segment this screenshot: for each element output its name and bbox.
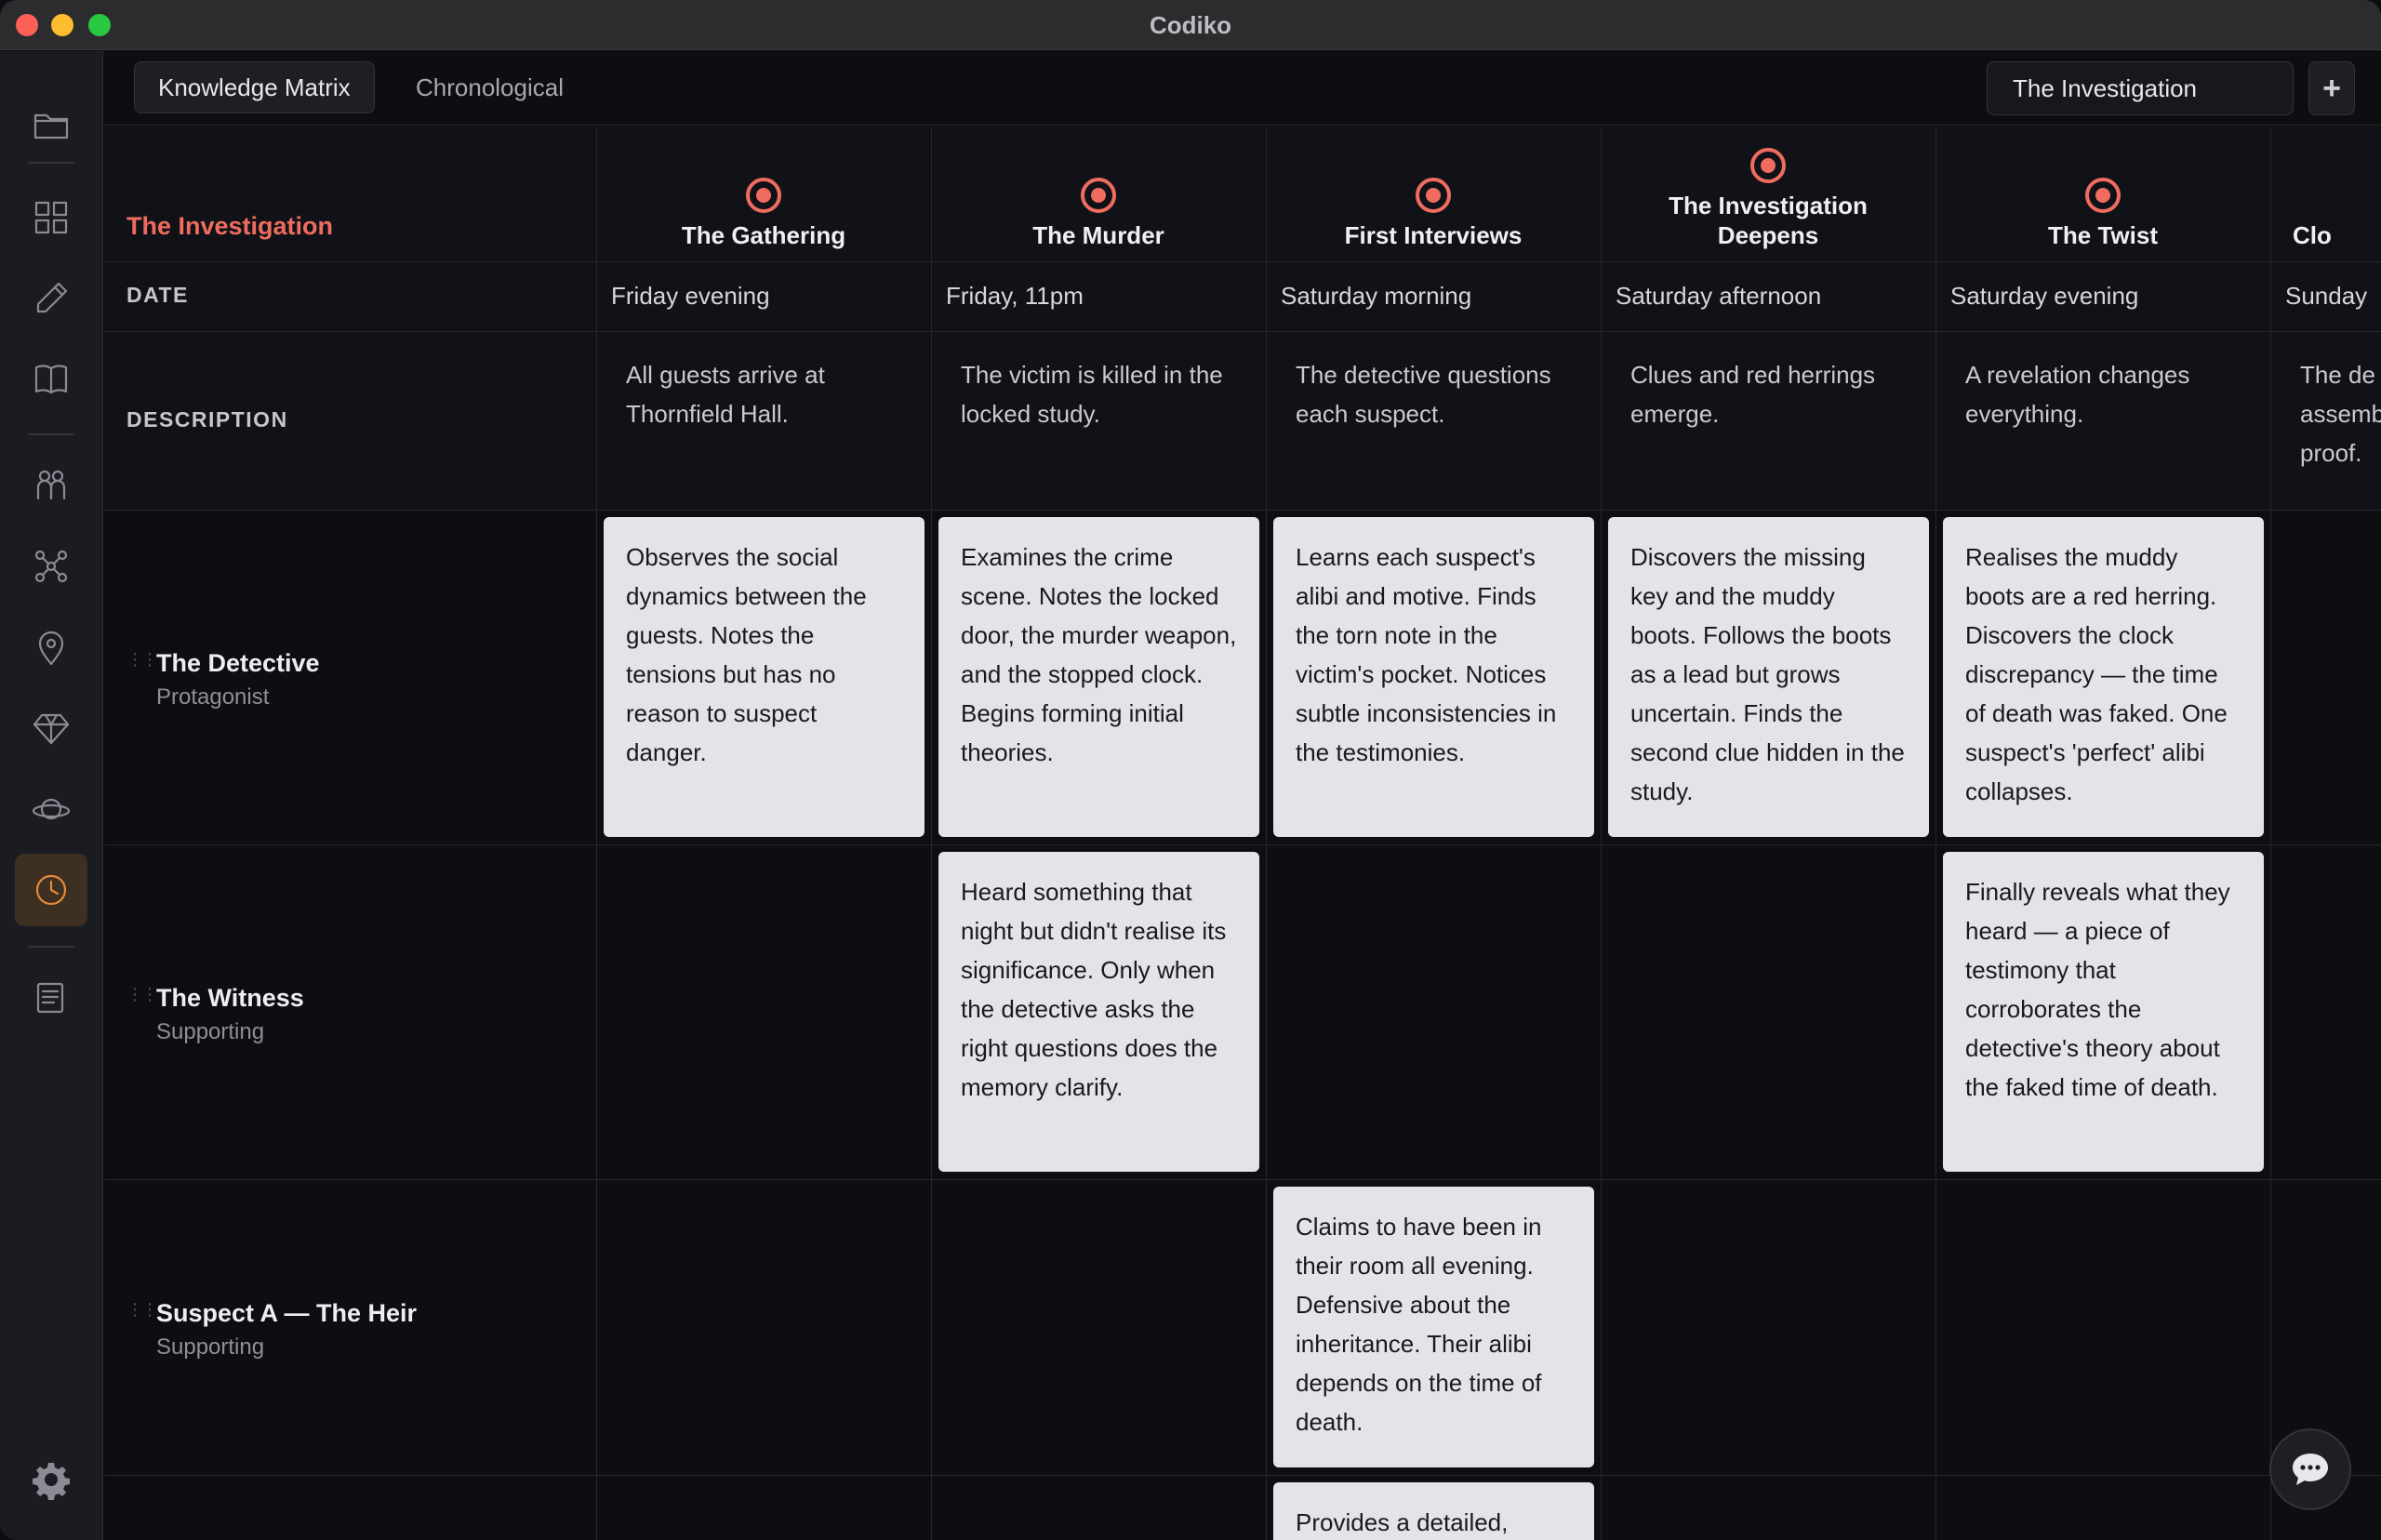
characters-icon[interactable] — [15, 449, 87, 522]
knowledge-card[interactable]: Finally reveals what they heard — a piec… — [1943, 852, 2264, 1172]
plot-point-icon — [1081, 178, 1116, 213]
column-title: The Gathering — [681, 221, 846, 249]
description-cell[interactable]: A revelation changes everything. — [1935, 355, 2270, 433]
tab-chronological[interactable]: Chronological — [392, 61, 587, 113]
knowledge-matrix: The Investigation DATE DESCRIPTION The G… — [104, 126, 2381, 1540]
date-cell[interactable]: Sunday — [2270, 261, 2381, 331]
plot-point-icon — [1750, 148, 1786, 183]
character-name: Suspect A — The Heir — [156, 1299, 418, 1327]
column-title: First Interviews — [1344, 221, 1523, 249]
graph-icon[interactable] — [15, 530, 87, 603]
row-divider — [104, 844, 2381, 845]
date-cell[interactable]: Saturday evening — [1935, 261, 2270, 331]
sidebar-divider — [28, 162, 74, 164]
sidebar-divider — [28, 433, 74, 435]
column-header[interactable]: The Twist — [1935, 126, 2270, 261]
planet-icon[interactable] — [15, 773, 87, 845]
knowledge-card[interactable]: Learns each suspect's alibi and motive. … — [1273, 517, 1594, 837]
gem-icon[interactable] — [15, 692, 87, 764]
knowledge-card[interactable]: Provides a detailed, — [1273, 1482, 1594, 1540]
column-title: Clo — [2293, 221, 2332, 249]
grid-icon[interactable] — [15, 181, 87, 254]
row-divider — [104, 1475, 2381, 1476]
title-bar: Codiko — [0, 0, 2381, 50]
column-header[interactable]: The Investigation Deepens — [1601, 126, 1935, 261]
date-cell[interactable]: Saturday morning — [1266, 261, 1601, 331]
sidebar-divider — [28, 946, 74, 948]
notes-icon[interactable] — [15, 961, 87, 1033]
pencil-icon[interactable] — [15, 262, 87, 335]
clock-icon[interactable] — [15, 854, 87, 926]
chat-button[interactable] — [2269, 1428, 2351, 1510]
top-bar: Knowledge Matrix Chronological The Inves… — [104, 51, 2381, 126]
character-role: Protagonist — [156, 684, 270, 710]
column-header[interactable]: Clo — [2270, 126, 2381, 261]
description-row-label: DESCRIPTION — [126, 407, 288, 431]
matrix-title: The Investigation — [126, 212, 334, 240]
character-role: Supporting — [156, 1334, 265, 1360]
app-window: Codiko Knowledge Matrix Chronological Th… — [0, 0, 2381, 1540]
row-divider — [104, 331, 2381, 332]
character-name: The Witness — [156, 984, 304, 1012]
date-cell[interactable]: Friday evening — [596, 261, 931, 331]
column-divider — [931, 126, 932, 1540]
knowledge-card[interactable]: Claims to have been in their room all ev… — [1273, 1187, 1594, 1467]
character-name: The Detective — [156, 649, 320, 677]
column-title: The Investigation Deepens — [1669, 192, 1868, 249]
date-cell[interactable]: Friday, 11pm — [931, 261, 1266, 331]
knowledge-card[interactable]: Realises the muddy boots are a red herri… — [1943, 517, 2264, 837]
column-divider — [1266, 126, 1267, 1540]
gear-icon[interactable] — [15, 1443, 87, 1516]
folder-icon[interactable] — [15, 88, 87, 161]
location-pin-icon[interactable] — [15, 611, 87, 684]
window-title: Codiko — [1149, 11, 1232, 39]
knowledge-card[interactable]: Heard something that night but didn't re… — [938, 852, 1259, 1172]
book-icon[interactable] — [15, 343, 87, 416]
description-cell[interactable]: The detective questions each suspect. — [1266, 355, 1601, 433]
plot-point-icon — [2085, 178, 2121, 213]
sidebar — [0, 51, 103, 1540]
date-row-label: DATE — [126, 283, 189, 307]
drag-handle-icon[interactable]: ⋮⋮ — [126, 651, 158, 668]
description-cell[interactable]: The victim is killed in the locked study… — [931, 355, 1266, 433]
column-header[interactable]: First Interviews — [1266, 126, 1601, 261]
row-divider — [104, 1179, 2381, 1180]
drag-handle-icon[interactable]: ⋮⋮ — [126, 1301, 158, 1318]
chat-bubble-icon — [2293, 1454, 2328, 1485]
description-cell[interactable]: Clues and red herrings emerge. — [1601, 355, 1935, 433]
description-cell[interactable]: The de assemb proof. — [2270, 355, 2381, 472]
column-divider — [596, 126, 597, 1540]
character-role: Supporting — [156, 1019, 265, 1044]
drag-handle-icon[interactable]: ⋮⋮ — [126, 986, 158, 1002]
row-divider — [104, 510, 2381, 511]
column-divider — [1935, 126, 1936, 1540]
column-header[interactable]: The Murder — [931, 126, 1266, 261]
column-header[interactable]: The Gathering — [596, 126, 931, 261]
knowledge-card[interactable]: Examines the crime scene. Notes the lock… — [938, 517, 1259, 837]
knowledge-card[interactable]: Observes the social dynamics between the… — [604, 517, 924, 837]
column-title: The Twist — [2048, 221, 2158, 249]
plot-point-icon — [1416, 178, 1451, 213]
column-divider — [2270, 126, 2271, 1540]
project-select[interactable]: The Investigation — [1987, 61, 2294, 115]
add-button[interactable]: + — [2308, 61, 2355, 115]
date-cell[interactable]: Saturday afternoon — [1601, 261, 1935, 331]
description-cell[interactable]: All guests arrive at Thornfield Hall. — [596, 355, 931, 433]
knowledge-card[interactable]: Discovers the missing key and the muddy … — [1608, 517, 1929, 837]
plot-point-icon — [746, 178, 781, 213]
tab-knowledge-matrix[interactable]: Knowledge Matrix — [134, 61, 375, 113]
column-title: The Murder — [1032, 221, 1164, 249]
column-divider — [1601, 126, 1602, 1540]
